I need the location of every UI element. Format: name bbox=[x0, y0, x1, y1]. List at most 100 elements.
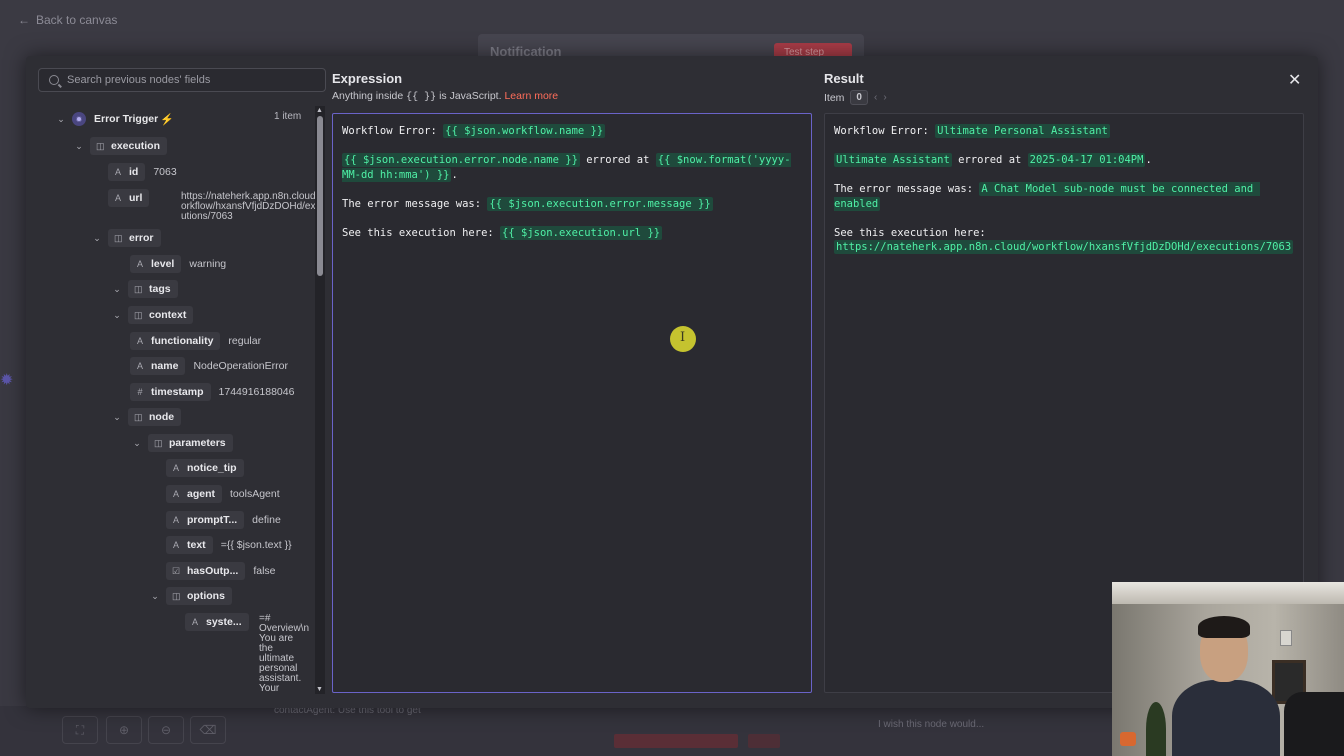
scroll-up-icon[interactable]: ▲ bbox=[316, 107, 323, 114]
field-chip[interactable]: Asyste... bbox=[185, 613, 249, 631]
tree-node-error[interactable]: ⌄ ◫ error bbox=[92, 229, 161, 247]
chevron-down-icon[interactable]: ⌄ bbox=[132, 438, 142, 449]
item-navigator: Item 0 ‹ › bbox=[824, 90, 887, 105]
tree-field-text[interactable]: Atext ={{ $json.text }} bbox=[166, 536, 292, 554]
field-value: NodeOperationError bbox=[193, 360, 288, 372]
field-chip[interactable]: ApromptT... bbox=[166, 511, 245, 529]
field-chip[interactable]: ◫ execution bbox=[90, 137, 168, 155]
lightning-icon: ⚡ bbox=[160, 113, 174, 126]
string-icon: A bbox=[136, 361, 143, 371]
field-chip[interactable]: ◫ parameters bbox=[148, 434, 233, 452]
field-chip[interactable]: ◫ context bbox=[128, 306, 194, 324]
string-icon: A bbox=[172, 515, 179, 525]
field-chip[interactable]: ◫ options bbox=[166, 587, 232, 605]
tree-field-functionality[interactable]: Afunctionality regular bbox=[130, 332, 261, 350]
static-text: . bbox=[1145, 154, 1152, 166]
chevron-down-icon[interactable]: ⌄ bbox=[92, 233, 102, 244]
field-value: define bbox=[252, 514, 281, 526]
field-key: syste... bbox=[206, 616, 242, 628]
tree-field-notice-tip[interactable]: Anotice_tip bbox=[166, 459, 244, 477]
field-chip[interactable]: # timestamp bbox=[130, 383, 211, 401]
tree-field-agent[interactable]: Aagent toolsAgent bbox=[166, 485, 280, 503]
wall-frame-small bbox=[1280, 630, 1292, 646]
chevron-down-icon[interactable]: ⌄ bbox=[56, 114, 66, 125]
fit-view-button[interactable]: ⛶ bbox=[62, 716, 98, 744]
field-key: tags bbox=[149, 283, 171, 295]
number-icon: # bbox=[137, 387, 143, 397]
static-text: Workflow Error: bbox=[834, 125, 936, 137]
static-text: Workflow Error: bbox=[342, 125, 444, 137]
static-text: The error message was: bbox=[342, 197, 488, 210]
field-chip[interactable]: Aname bbox=[130, 357, 186, 375]
expression-token: {{ $json.execution.error.message }} bbox=[487, 196, 713, 211]
tree-field-prompt-type[interactable]: ApromptT... define bbox=[166, 511, 281, 529]
field-chip[interactable]: Aurl bbox=[108, 189, 150, 207]
tree-node-tags[interactable]: ⌄ ◫ tags bbox=[112, 280, 178, 298]
feedback-text[interactable]: I wish this node would... bbox=[878, 719, 984, 730]
expression-token: {{ $json.workflow.name }} bbox=[443, 124, 606, 138]
field-chip[interactable]: ◫ tags bbox=[128, 280, 178, 298]
tree-node-context[interactable]: ⌄ ◫ context bbox=[112, 306, 194, 324]
field-chip[interactable]: ◫ node bbox=[128, 408, 182, 426]
chevron-down-icon[interactable]: ⌄ bbox=[112, 284, 122, 295]
chevron-down-icon[interactable]: ⌄ bbox=[112, 310, 122, 321]
tree-field-name[interactable]: Aname NodeOperationError bbox=[130, 357, 288, 375]
item-index-input[interactable]: 0 bbox=[850, 90, 868, 105]
zoom-in-button[interactable]: ⊕ bbox=[106, 716, 142, 744]
microphone bbox=[1284, 692, 1344, 756]
tree-node-options[interactable]: ⌄ ◫ options bbox=[150, 587, 232, 605]
tidy-button[interactable]: ⌫ bbox=[190, 716, 226, 744]
object-icon: ◫ bbox=[134, 309, 143, 320]
search-input[interactable] bbox=[67, 74, 307, 86]
presenter-hair bbox=[1198, 616, 1250, 638]
webcam-ceiling bbox=[1112, 582, 1344, 604]
field-chip[interactable]: Afunctionality bbox=[130, 332, 221, 350]
chevron-down-icon[interactable]: ⌄ bbox=[150, 591, 160, 602]
tree-node-parameters[interactable]: ⌄ ◫ parameters bbox=[132, 434, 233, 452]
tree-field-level[interactable]: Alevel warning bbox=[130, 255, 226, 273]
tree-field-has-output[interactable]: ☑ hasOutp... false bbox=[166, 562, 276, 580]
tree-field-timestamp[interactable]: # timestamp 1744916188046 bbox=[130, 383, 294, 401]
string-icon: A bbox=[172, 463, 179, 473]
field-chip[interactable]: Anotice_tip bbox=[166, 459, 244, 477]
field-value: regular bbox=[228, 335, 262, 347]
tree-node-node[interactable]: ⌄ ◫ node bbox=[112, 408, 182, 426]
back-to-canvas-link[interactable]: ← Back to canvas bbox=[18, 13, 117, 27]
field-value: 7063 bbox=[153, 166, 177, 178]
resolved-value: Ultimate Assistant bbox=[834, 153, 952, 167]
field-chip[interactable]: Atext bbox=[166, 536, 213, 554]
result-line: See this execution here: bbox=[834, 226, 1294, 241]
resolved-value: Ultimate Personal Assistant bbox=[935, 124, 1110, 138]
zoom-out-button[interactable]: ⊖ bbox=[148, 716, 184, 744]
object-icon: ◫ bbox=[134, 411, 143, 422]
expression-editor[interactable]: Workflow Error: {{ $json.workflow.name }… bbox=[332, 113, 812, 693]
tree-field-id[interactable]: Aid 7063 bbox=[108, 163, 177, 181]
object-icon: ◫ bbox=[134, 283, 143, 294]
chevron-left-icon[interactable]: ‹ bbox=[874, 92, 877, 103]
field-chip[interactable]: ◫ error bbox=[108, 229, 161, 247]
field-key: timestamp bbox=[151, 386, 204, 398]
field-key: hasOutp... bbox=[187, 565, 239, 577]
object-icon: ◫ bbox=[96, 140, 105, 151]
tree-field-url[interactable]: Aurl bbox=[108, 189, 150, 207]
tree-scrollbar[interactable]: ▲ ▼ bbox=[315, 106, 325, 694]
search-bar[interactable] bbox=[38, 68, 326, 92]
chevron-down-icon[interactable]: ⌄ bbox=[74, 141, 84, 152]
field-chip[interactable]: Alevel bbox=[130, 255, 182, 273]
tree-field-system-message[interactable]: Asyste... bbox=[185, 613, 249, 631]
result-line: https://nateherk.app.n8n.cloud/workflow/… bbox=[834, 240, 1294, 255]
bug-icon: ✹ bbox=[0, 372, 14, 389]
learn-more-link[interactable]: Learn more bbox=[504, 90, 558, 102]
search-icon bbox=[49, 75, 59, 85]
string-icon: A bbox=[136, 259, 143, 269]
tree-node-execution[interactable]: ⌄ ◫ execution bbox=[74, 137, 168, 155]
field-chip[interactable]: Aid bbox=[108, 163, 146, 181]
field-chip[interactable]: ☑ hasOutp... bbox=[166, 562, 246, 580]
tree-node-error-trigger[interactable]: ⌄ ✹ Error Trigger ⚡ bbox=[56, 110, 174, 128]
close-icon[interactable]: ✕ bbox=[1288, 70, 1301, 90]
chevron-right-icon[interactable]: › bbox=[883, 92, 886, 103]
scroll-down-icon[interactable]: ▼ bbox=[316, 686, 323, 693]
chevron-down-icon[interactable]: ⌄ bbox=[112, 412, 122, 423]
scrollbar-thumb[interactable] bbox=[317, 116, 323, 276]
field-chip[interactable]: Aagent bbox=[166, 485, 223, 503]
